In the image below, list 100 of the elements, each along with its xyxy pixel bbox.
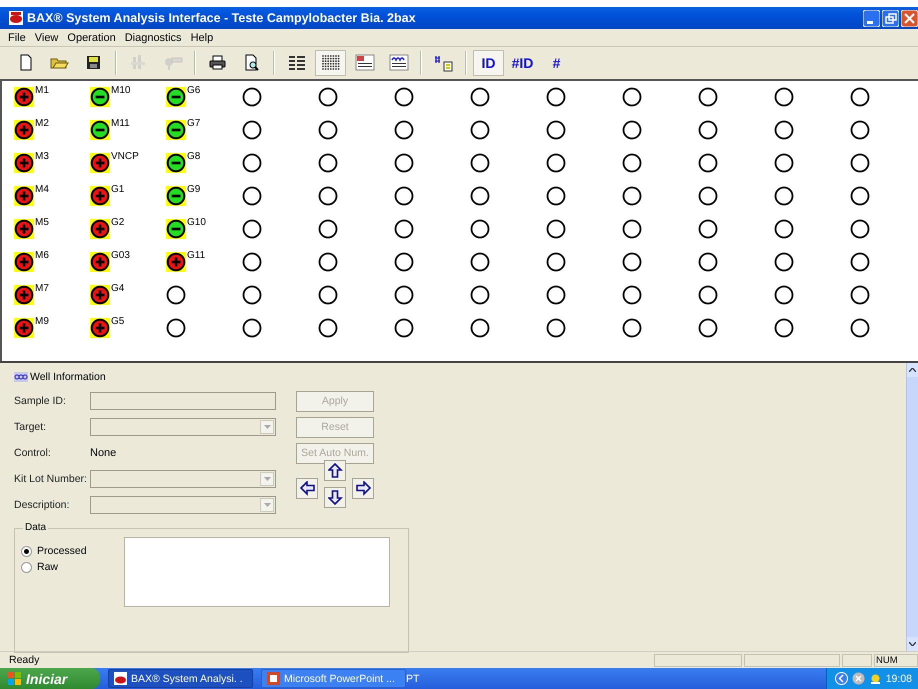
negative-well-icon[interactable] (166, 87, 186, 107)
empty-well-icon[interactable] (698, 153, 718, 173)
positive-well-icon[interactable] (90, 219, 110, 239)
positive-well-icon[interactable] (14, 285, 34, 305)
empty-well-icon[interactable] (318, 153, 338, 173)
empty-well-icon[interactable] (394, 219, 414, 239)
empty-well-icon[interactable] (850, 87, 870, 107)
empty-well-icon[interactable] (470, 120, 490, 140)
empty-well-icon[interactable] (166, 318, 186, 338)
collapse-tray-icon[interactable] (834, 672, 848, 685)
empty-well-icon[interactable] (470, 186, 490, 206)
empty-well-icon[interactable] (242, 219, 262, 239)
empty-well-icon[interactable] (318, 87, 338, 107)
list-layout-icon[interactable] (286, 53, 306, 73)
empty-well-icon[interactable] (546, 153, 566, 173)
dot-grid-icon[interactable] (320, 53, 340, 73)
scroll-down-icon[interactable] (909, 642, 916, 646)
empty-well-icon[interactable] (318, 219, 338, 239)
empty-well-icon[interactable] (774, 285, 794, 305)
empty-well-icon[interactable] (470, 252, 490, 272)
empty-well-icon[interactable] (774, 186, 794, 206)
empty-well-icon[interactable] (470, 219, 490, 239)
empty-well-icon[interactable] (850, 285, 870, 305)
positive-well-icon[interactable] (14, 252, 34, 272)
positive-well-icon[interactable] (90, 285, 110, 305)
empty-well-icon[interactable] (774, 252, 794, 272)
toolbar-button[interactable]: #ID (507, 50, 538, 76)
empty-well-icon[interactable] (698, 285, 718, 305)
empty-well-icon[interactable] (470, 285, 490, 305)
up-arrow-icon[interactable] (328, 463, 342, 478)
empty-well-icon[interactable] (318, 186, 338, 206)
weather-icon[interactable] (868, 672, 882, 685)
empty-well-icon[interactable] (622, 252, 642, 272)
empty-well-icon[interactable] (774, 219, 794, 239)
empty-well-icon[interactable] (242, 252, 262, 272)
empty-well-icon[interactable] (850, 153, 870, 173)
menu-item[interactable]: File (8, 32, 26, 44)
empty-well-icon[interactable] (850, 219, 870, 239)
empty-well-icon[interactable] (622, 285, 642, 305)
empty-well-icon[interactable] (774, 120, 794, 140)
scroll-up-icon[interactable] (909, 368, 916, 372)
taskbar-button[interactable]: Microsoft PowerPoint ... (261, 669, 406, 688)
empty-well-icon[interactable] (546, 120, 566, 140)
negative-well-icon[interactable] (166, 120, 186, 140)
empty-well-icon[interactable] (470, 87, 490, 107)
empty-well-icon[interactable] (774, 87, 794, 107)
empty-well-icon[interactable] (774, 318, 794, 338)
empty-well-icon[interactable] (242, 186, 262, 206)
taskbar-button[interactable]: BAX® System Analysi. . (108, 669, 253, 688)
radio-button[interactable] (21, 562, 32, 572)
empty-well-icon[interactable] (546, 318, 566, 338)
positive-well-icon[interactable] (14, 318, 34, 338)
empty-well-icon[interactable] (850, 186, 870, 206)
empty-well-icon[interactable] (394, 318, 414, 338)
scrollbar[interactable] (906, 363, 918, 651)
empty-well-icon[interactable] (622, 120, 642, 140)
close-icon[interactable] (901, 10, 918, 26)
left-arrow-icon[interactable] (300, 481, 314, 496)
empty-well-icon[interactable] (394, 87, 414, 107)
empty-well-icon[interactable] (698, 318, 718, 338)
language-indicator[interactable]: PT (406, 672, 420, 684)
radio-button[interactable] (21, 546, 32, 556)
empty-well-icon[interactable] (394, 285, 414, 305)
empty-well-icon[interactable] (698, 252, 718, 272)
empty-well-icon[interactable] (546, 87, 566, 107)
empty-well-icon[interactable] (546, 252, 566, 272)
positive-well-icon[interactable] (90, 153, 110, 173)
empty-well-icon[interactable] (242, 87, 262, 107)
empty-well-icon[interactable] (242, 153, 262, 173)
empty-well-icon[interactable] (318, 285, 338, 305)
empty-well-icon[interactable] (698, 219, 718, 239)
start-button[interactable]: Iniciar (0, 668, 100, 689)
right-arrow-icon[interactable] (356, 481, 370, 496)
positive-well-icon[interactable] (90, 186, 110, 206)
menu-item[interactable]: Help (190, 32, 214, 44)
empty-well-icon[interactable] (622, 153, 642, 173)
empty-well-icon[interactable] (774, 153, 794, 173)
toolbar-button[interactable] (315, 50, 346, 76)
empty-well-icon[interactable] (318, 120, 338, 140)
empty-well-icon[interactable] (622, 318, 642, 338)
empty-well-icon[interactable] (850, 120, 870, 140)
empty-well-icon[interactable] (318, 252, 338, 272)
empty-well-icon[interactable] (242, 318, 262, 338)
empty-well-icon[interactable] (622, 186, 642, 206)
empty-well-icon[interactable] (242, 120, 262, 140)
negative-well-icon[interactable] (90, 120, 110, 140)
restore-icon[interactable] (882, 10, 899, 26)
empty-well-icon[interactable] (394, 252, 414, 272)
empty-well-icon[interactable] (394, 186, 414, 206)
empty-well-icon[interactable] (470, 153, 490, 173)
empty-well-icon[interactable] (698, 186, 718, 206)
negative-well-icon[interactable] (90, 87, 110, 107)
empty-well-icon[interactable] (394, 153, 414, 173)
positive-well-icon[interactable] (166, 252, 186, 272)
toolbar-button[interactable]: ID (473, 50, 504, 76)
positive-well-icon[interactable] (90, 252, 110, 272)
empty-well-icon[interactable] (622, 219, 642, 239)
numbering-icon[interactable] (434, 53, 454, 73)
empty-well-icon[interactable] (546, 186, 566, 206)
empty-well-icon[interactable] (698, 120, 718, 140)
